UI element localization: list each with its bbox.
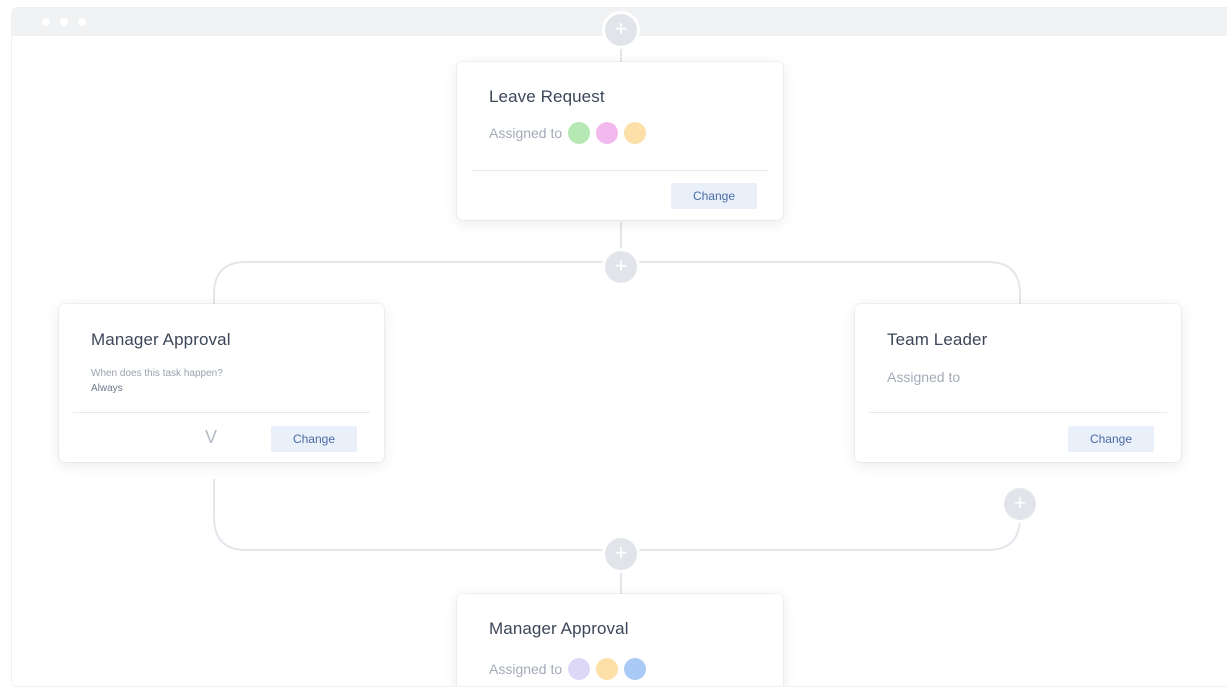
change-button[interactable]: Change [1068,426,1154,452]
window-dot-icon [42,18,50,26]
card-title: Team Leader [887,330,988,349]
avatar[interactable] [596,122,619,144]
plus-icon: + [614,16,628,41]
card-manager-approval[interactable]: Manager Approval When does this task hap… [59,304,384,462]
chevron-down-icon[interactable]: V [205,427,217,448]
assigned-to-row: Assigned to [489,122,647,144]
card-divider [869,412,1167,413]
card-title: Manager Approval [489,619,629,638]
avatar[interactable] [624,658,647,680]
add-step-button[interactable]: + [605,251,637,283]
window-dot-icon [60,18,68,26]
window-dot-icon [78,18,86,26]
plus-icon: + [614,253,628,278]
app-window: + Leave Request Assigned to Change + Man… [11,7,1227,687]
add-step-button[interactable]: + [1004,488,1036,520]
card-manager-approval-bottom[interactable]: Manager Approval Assigned to [457,594,783,686]
avatar[interactable] [624,122,647,144]
assigned-to-row: Assigned to [489,658,647,680]
card-title: Leave Request [489,87,605,106]
assigned-to-label: Assigned to [489,125,563,141]
assigned-to-label: Assigned to [489,661,563,677]
add-step-button[interactable]: + [605,538,637,570]
avatar[interactable] [568,122,591,144]
avatar[interactable] [568,658,591,680]
assigned-to-row: Assigned to [887,369,960,385]
change-button[interactable]: Change [271,426,357,452]
assigned-to-label: Assigned to [887,369,961,385]
workflow-canvas: + Leave Request Assigned to Change + Man… [12,14,1227,686]
card-team-leader[interactable]: Team Leader Assigned to Change [855,304,1181,462]
card-leave-request[interactable]: Leave Request Assigned to Change [457,62,783,220]
plus-icon: + [614,540,628,565]
condition-answer: Always [91,383,123,394]
condition-question: When does this task happen? [91,368,223,379]
card-title: Manager Approval [91,330,231,349]
change-button[interactable]: Change [671,183,757,209]
plus-icon: + [1013,490,1027,515]
avatar[interactable] [596,658,619,680]
card-divider [73,412,370,413]
card-divider [471,170,769,171]
add-step-button[interactable]: + [605,14,637,46]
